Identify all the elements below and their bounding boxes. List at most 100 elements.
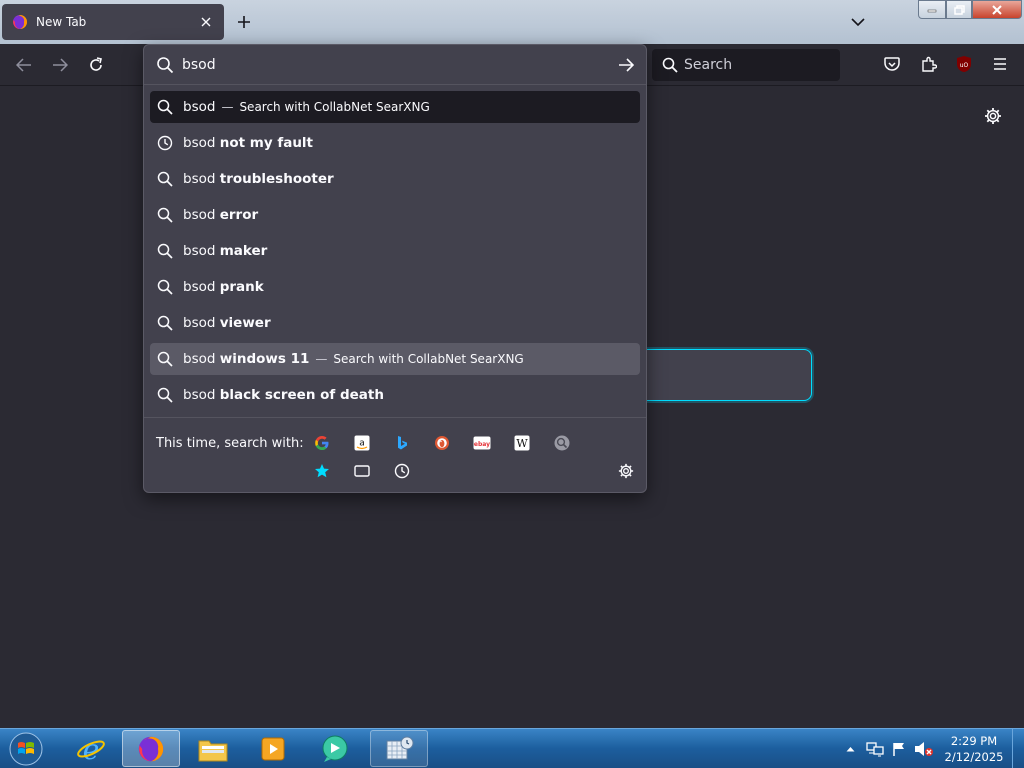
svg-text:W: W	[516, 437, 528, 450]
close-icon	[992, 4, 1002, 15]
volume-tray-button[interactable]	[912, 729, 936, 768]
wikipedia-icon: W	[514, 435, 530, 451]
google-search-engine-button[interactable]	[312, 433, 332, 453]
amazon-search-engine-button[interactable]: a	[352, 433, 372, 453]
result-suggestion: prank	[219, 279, 264, 295]
urlbar-input-row	[144, 45, 646, 85]
wikipedia-search-engine-button[interactable]: W	[512, 433, 532, 453]
duckduckgo-search-engine-button[interactable]	[432, 433, 452, 453]
restore-button[interactable]	[946, 0, 972, 19]
list-all-tabs-button[interactable]	[846, 10, 870, 34]
urlbar-result-row[interactable]: bsod maker	[150, 235, 640, 267]
ublock-origin-button[interactable]: uO	[952, 52, 976, 76]
taskbar-calendar-app[interactable]	[370, 730, 428, 767]
result-suggestion: not my fault	[219, 135, 314, 151]
amazon-icon: a	[354, 435, 370, 451]
bing-search-engine-button[interactable]	[392, 433, 412, 453]
arrow-right-icon	[53, 58, 68, 72]
urlbar-result-row[interactable]: bsod error	[150, 199, 640, 231]
flag-icon	[893, 743, 904, 756]
close-tab-button[interactable]	[196, 12, 216, 32]
urlbar-result-row[interactable]: bsod prank	[150, 271, 640, 303]
divider	[144, 417, 646, 418]
result-suggestion: windows 11	[219, 351, 310, 367]
hamburger-menu-icon	[994, 58, 1006, 70]
chevron-up-icon	[846, 747, 854, 752]
searxng-search-engine-button[interactable]	[552, 433, 572, 453]
firefox-icon	[138, 736, 164, 761]
taskbar-media-player[interactable]	[244, 730, 302, 767]
svg-text:a: a	[359, 439, 365, 449]
urlbar-result-row[interactable]: bsod — Search with CollabNet SearXNG	[150, 91, 640, 123]
search-icon	[157, 99, 173, 115]
windows-taskbar: e 2:29 PM 2/12/2025	[0, 728, 1024, 768]
search-bar[interactable]: Search	[652, 49, 840, 81]
extensions-button[interactable]	[917, 52, 941, 76]
result-text: bsod maker	[183, 243, 267, 259]
urlbar-result-row[interactable]: bsod windows 11 — Search with CollabNet Se…	[150, 343, 640, 375]
tab-new-tab[interactable]: New Tab	[2, 4, 224, 40]
result-text: bsod troubleshooter	[183, 171, 334, 187]
internet-explorer-icon: e	[77, 734, 105, 764]
close-icon	[201, 17, 211, 27]
customize-new-tab-button[interactable]	[980, 103, 1006, 129]
gear-icon	[985, 108, 1001, 124]
result-text: bsod prank	[183, 279, 264, 295]
back-button[interactable]	[11, 52, 37, 78]
firefox-icon	[13, 15, 27, 29]
urlbar-result-row[interactable]: bsod not my fault	[150, 127, 640, 159]
urlbar-popup: bsod — Search with CollabNet SearXNG bsod n…	[143, 44, 647, 493]
minimize-button[interactable]	[918, 0, 946, 19]
duckduckgo-icon	[435, 436, 449, 450]
result-prefix: bsod	[183, 279, 216, 295]
history-clock-icon	[394, 463, 410, 479]
forward-button[interactable]	[47, 52, 73, 78]
title-bar: New Tab	[0, 0, 1024, 44]
search-icon	[157, 387, 173, 403]
taskbar-file-explorer[interactable]	[184, 730, 242, 767]
result-suggestion: viewer	[219, 315, 271, 331]
action-center-tray-button[interactable]	[888, 729, 910, 768]
urlbar-input[interactable]	[182, 52, 602, 77]
history-search-button[interactable]	[392, 461, 412, 481]
search-icon	[157, 279, 173, 295]
close-window-button[interactable]	[972, 0, 1022, 19]
app-menu-button[interactable]	[988, 52, 1012, 76]
media-player-icon	[261, 737, 285, 760]
pocket-button[interactable]	[880, 52, 904, 76]
result-suggestion: maker	[219, 243, 268, 259]
search-settings-button[interactable]	[616, 461, 636, 481]
result-prefix: bsod	[183, 387, 216, 403]
taskbar-chat-app[interactable]	[306, 730, 364, 767]
window-controls	[918, 0, 1022, 19]
show-hidden-icons-button[interactable]	[842, 729, 858, 768]
result-text: bsod error	[183, 207, 258, 223]
start-button[interactable]	[4, 730, 48, 768]
urlbar-result-row[interactable]: bsod black screen of death	[150, 379, 640, 411]
svg-text:e: e	[83, 734, 100, 764]
show-desktop-button[interactable]	[1012, 729, 1024, 768]
network-tray-button[interactable]	[864, 729, 886, 768]
urlbar-result-row[interactable]: bsod viewer	[150, 307, 640, 339]
reload-button[interactable]	[83, 52, 109, 78]
new-tab-button[interactable]	[232, 10, 256, 34]
tabs-search-button[interactable]	[352, 461, 372, 481]
taskbar-firefox[interactable]	[122, 730, 180, 767]
search-icon	[157, 351, 173, 367]
result-prefix: bsod	[183, 135, 216, 151]
ebay-search-engine-button[interactable]: ebay	[472, 433, 492, 453]
arrow-right-icon	[619, 58, 634, 72]
go-button[interactable]	[616, 55, 636, 75]
urlbar-result-row[interactable]: bsod troubleshooter	[150, 163, 640, 195]
taskbar-internet-explorer[interactable]: e	[62, 730, 120, 767]
search-bar-placeholder: Search	[684, 57, 733, 73]
tab-title: New Tab	[36, 15, 87, 29]
urlbar-results: bsod — Search with CollabNet SearXNG bsod n…	[150, 91, 640, 415]
folder-icon	[198, 740, 228, 761]
plus-icon	[238, 16, 250, 28]
search-icon	[662, 57, 678, 73]
system-clock[interactable]: 2:29 PM 2/12/2025	[942, 733, 1006, 765]
bookmarks-search-button[interactable]	[312, 461, 332, 481]
pocket-icon	[884, 56, 900, 71]
result-separator: —	[315, 352, 328, 366]
